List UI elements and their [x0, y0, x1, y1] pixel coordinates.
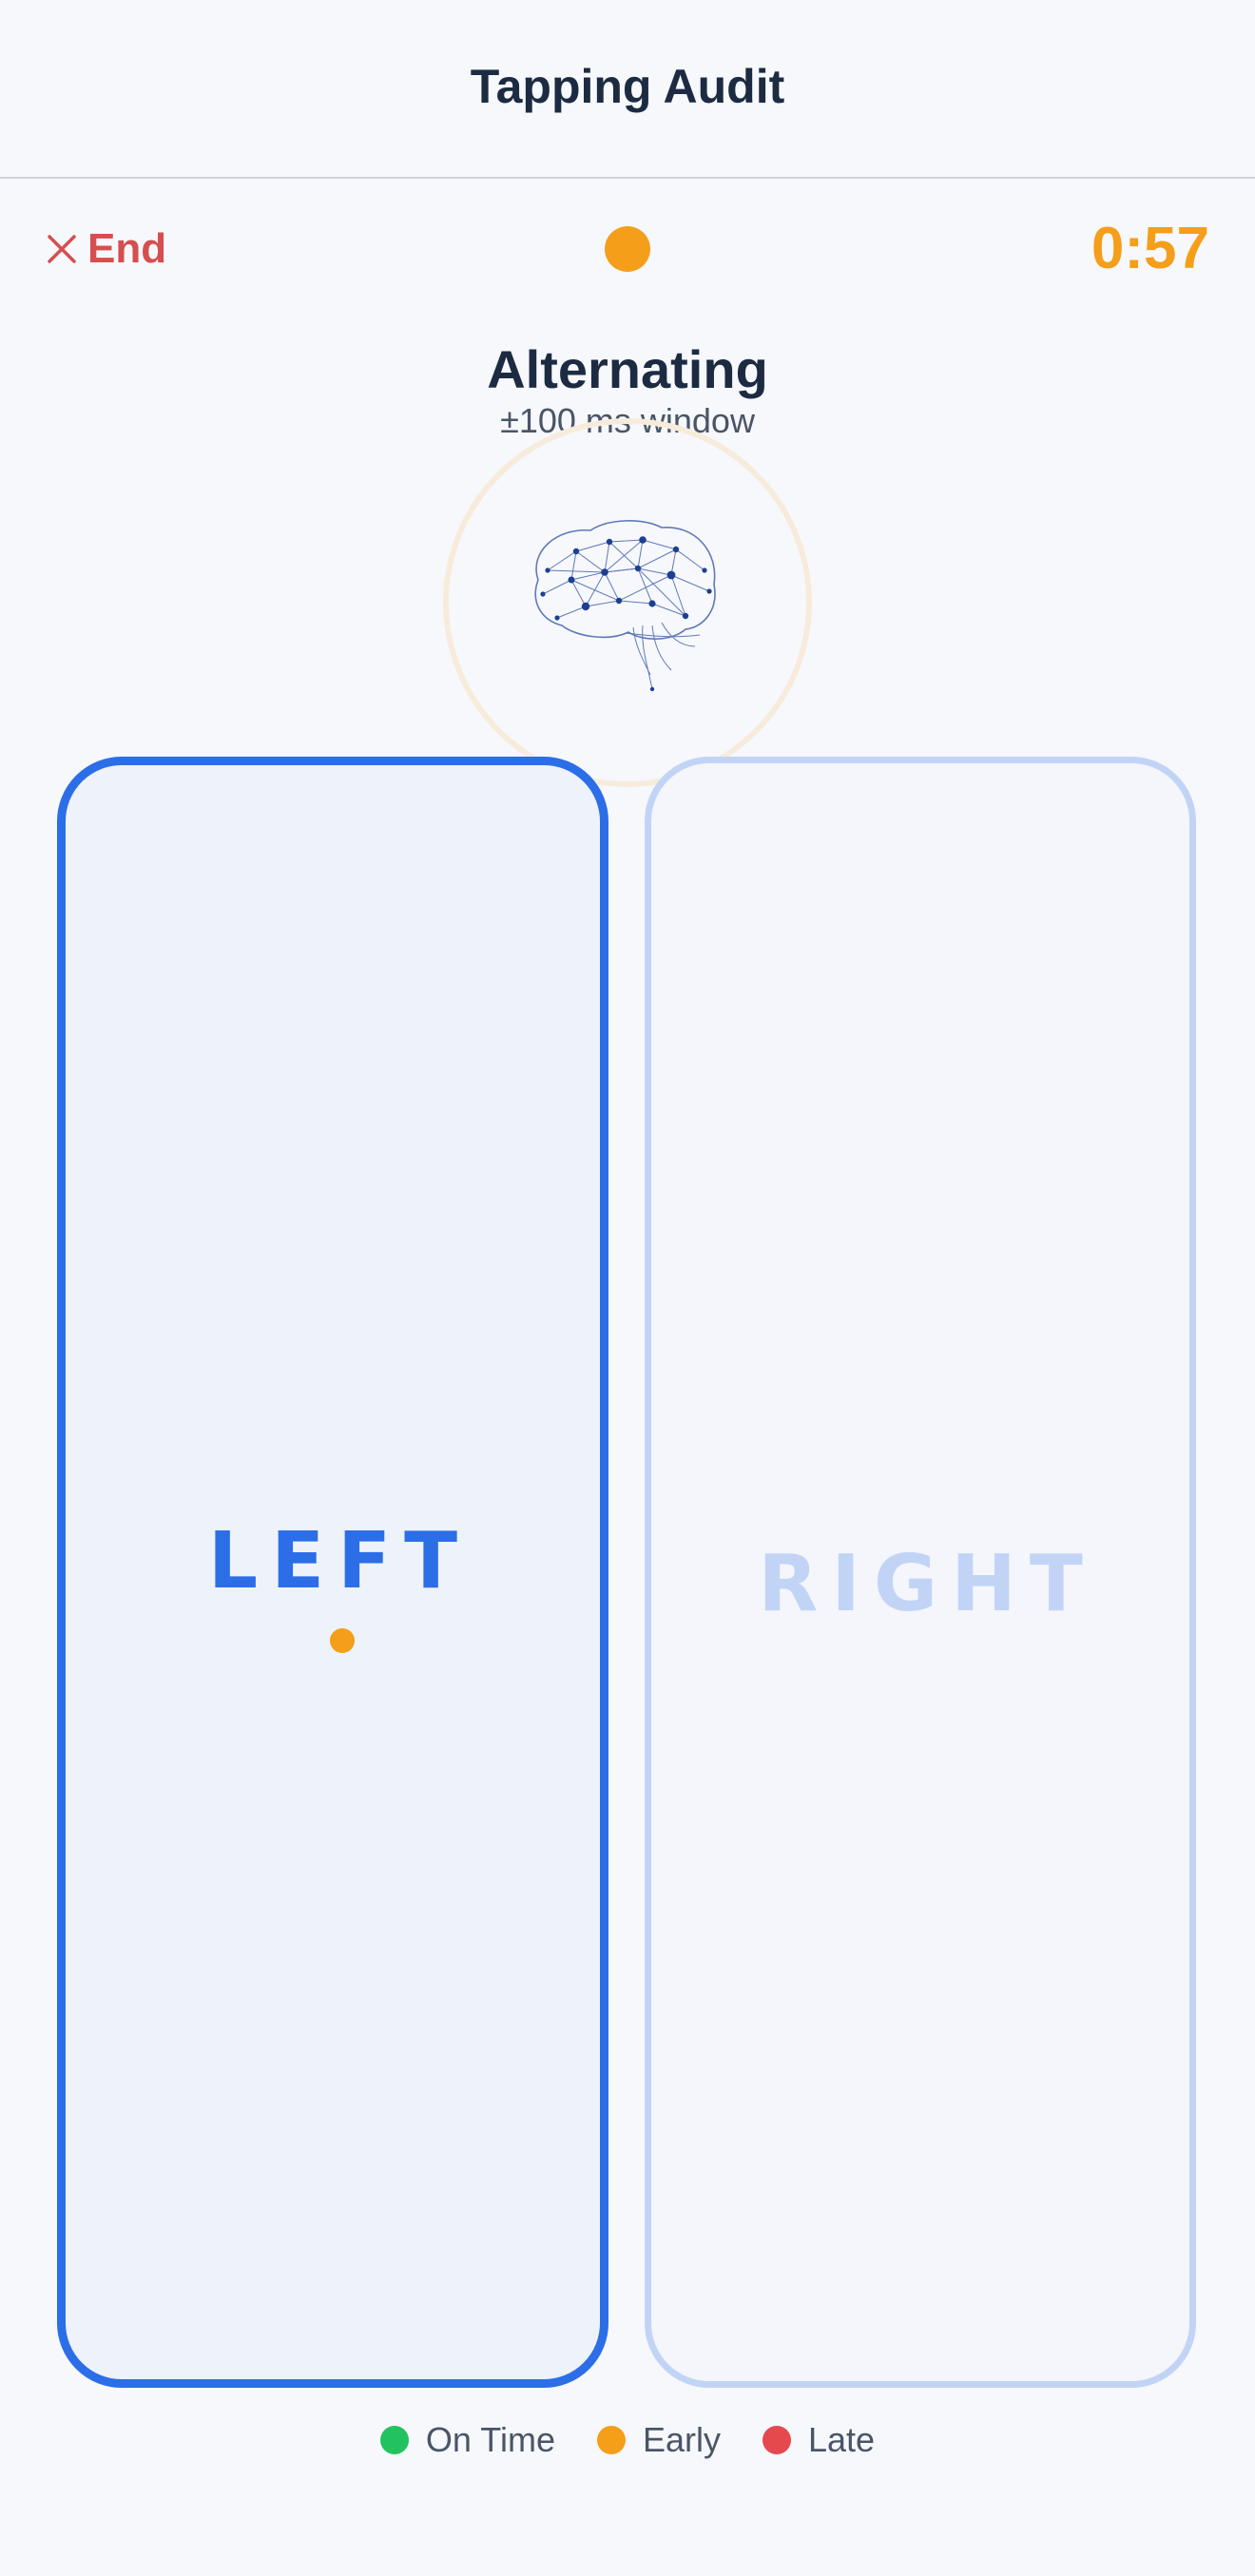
- legend-swatch: [596, 2426, 626, 2454]
- page-title: Tapping Audit: [470, 60, 785, 113]
- legend-label: Late: [808, 2420, 876, 2459]
- right-panel-label: RIGHT: [758, 1539, 1096, 1629]
- left-tap-panel[interactable]: LEFT: [57, 757, 608, 2388]
- legend-label: On Time: [425, 2420, 555, 2459]
- end-button-label: End: [87, 225, 167, 272]
- legend-item-late: Late: [763, 2420, 875, 2460]
- legend-item-early: Early: [596, 2420, 721, 2460]
- legend-item-on-time: On Time: [379, 2420, 555, 2460]
- right-tap-panel[interactable]: RIGHT: [645, 757, 1196, 2388]
- brain-icon: [534, 520, 716, 692]
- header-bar: Tapping Audit: [0, 0, 1255, 179]
- left-panel-label: LEFT: [207, 1516, 472, 1606]
- countdown-timer: 0:57: [1091, 216, 1209, 281]
- legend-swatch: [763, 2426, 791, 2454]
- tap-feedback-dot: [330, 1628, 355, 1653]
- end-button[interactable]: End: [46, 221, 166, 278]
- status-indicator: [605, 226, 650, 272]
- close-icon: [48, 235, 76, 263]
- legend-label: Early: [642, 2420, 721, 2459]
- mode-title: Alternating: [487, 339, 768, 399]
- legend: On Time Early Late: [0, 2420, 1255, 2460]
- legend-swatch: [379, 2426, 409, 2454]
